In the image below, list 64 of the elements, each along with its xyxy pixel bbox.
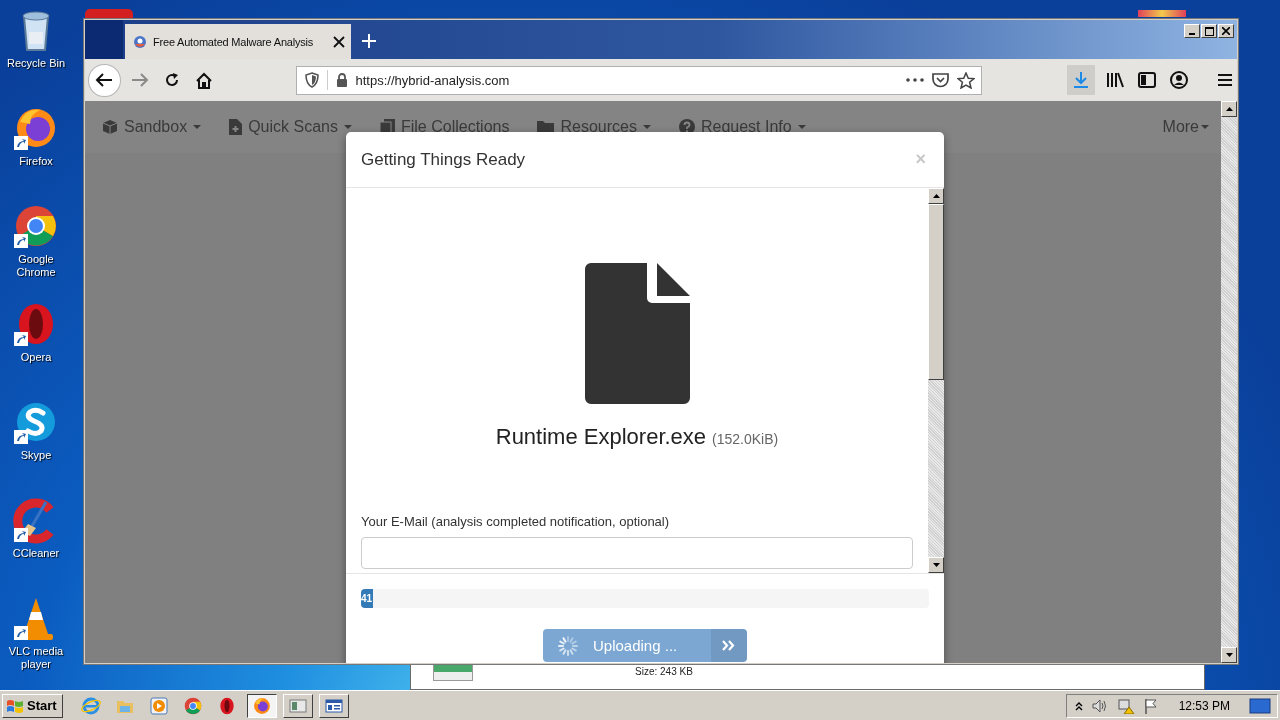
arrow-down-icon[interactable]: [932, 563, 940, 567]
email-label: Your E-Mail (analysis completed notification, optional): [361, 514, 671, 529]
account-icon: [1170, 71, 1188, 89]
start-logo-icon: [6, 697, 24, 714]
maximize-icon: [1204, 26, 1214, 36]
address-bar[interactable]: https://hybrid-analysis.com: [295, 65, 982, 95]
url-text[interactable]: https://hybrid-analysis.com: [355, 72, 898, 88]
spinner-icon: [557, 634, 579, 657]
show-desktop-icon[interactable]: [1249, 696, 1271, 715]
back-button[interactable]: [88, 63, 121, 97]
reload-icon: [164, 72, 181, 88]
close-button[interactable]: [1218, 24, 1234, 38]
arrow-up-icon[interactable]: [932, 194, 940, 198]
scrollbar[interactable]: [928, 188, 944, 573]
taskbar-button[interactable]: [246, 693, 277, 718]
desktop-icon-label[interactable]: CCleaner: [12, 547, 60, 560]
cube-icon: [102, 119, 118, 135]
media-player-icon[interactable]: [148, 695, 169, 716]
new-tab-icon[interactable]: [361, 33, 377, 49]
desktop-icon-label[interactable]: Skype: [20, 449, 52, 462]
star-icon[interactable]: [957, 71, 975, 89]
clock[interactable]: 12:53 PM: [1178, 698, 1230, 713]
back-arrow-icon: [95, 72, 114, 88]
file-size-text: Size: 243 KB: [635, 666, 693, 677]
arrow-down-icon[interactable]: [1225, 653, 1233, 657]
download-icon: [1073, 71, 1089, 89]
close-icon[interactable]: [333, 35, 345, 48]
network-warning-icon[interactable]: [1116, 697, 1135, 714]
email-input[interactable]: [361, 537, 913, 569]
more-dots-icon[interactable]: [906, 78, 924, 82]
account-button[interactable]: [1167, 68, 1191, 92]
flag-icon[interactable]: [1143, 697, 1158, 714]
tab-title: Free Automated Malware Analysis: [153, 35, 315, 48]
dialog-title: Getting Things Ready: [361, 149, 526, 170]
forward-arrow-icon: [131, 72, 150, 88]
home-icon: [194, 71, 213, 89]
double-chevron-icon: [711, 629, 747, 662]
maximize-button[interactable]: [1201, 24, 1217, 38]
progress-fill: 41: [361, 589, 374, 608]
firefox-icon: [251, 695, 272, 716]
menu-icon: [1217, 73, 1233, 87]
library-icon: [1106, 72, 1124, 88]
pocket-icon[interactable]: [932, 72, 949, 88]
scrollbar[interactable]: [1221, 101, 1237, 663]
file-size: (152.0KiB): [712, 431, 779, 447]
desktop-icon-label[interactable]: Recycle Bin: [6, 57, 66, 70]
favicon-icon: [133, 34, 147, 49]
shield-icon[interactable]: [304, 72, 319, 88]
desktop-icon-label[interactable]: Opera: [20, 351, 52, 364]
lock-icon[interactable]: [335, 73, 348, 87]
speaker-icon[interactable]: [1091, 698, 1108, 713]
browser-tab[interactable]: Free Automated Malware Analysis: [125, 24, 351, 59]
start-button[interactable]: Start: [2, 693, 63, 718]
sidebar-icon: [1138, 72, 1156, 88]
desktop-icon-label[interactable]: Google Chrome: [0, 253, 72, 279]
desktop-icon-label[interactable]: Firefox: [19, 155, 53, 168]
desktop-icon-label[interactable]: VLC media player: [0, 645, 72, 671]
minimize-button[interactable]: [1184, 24, 1200, 38]
document-icon: [584, 263, 690, 404]
arrow-up-icon[interactable]: [1225, 107, 1233, 111]
close-icon: [1222, 27, 1230, 35]
chevron-up-icon[interactable]: [1074, 700, 1083, 711]
file-plus-icon: [229, 119, 243, 135]
file-name: Runtime Explorer.exe: [495, 424, 707, 450]
